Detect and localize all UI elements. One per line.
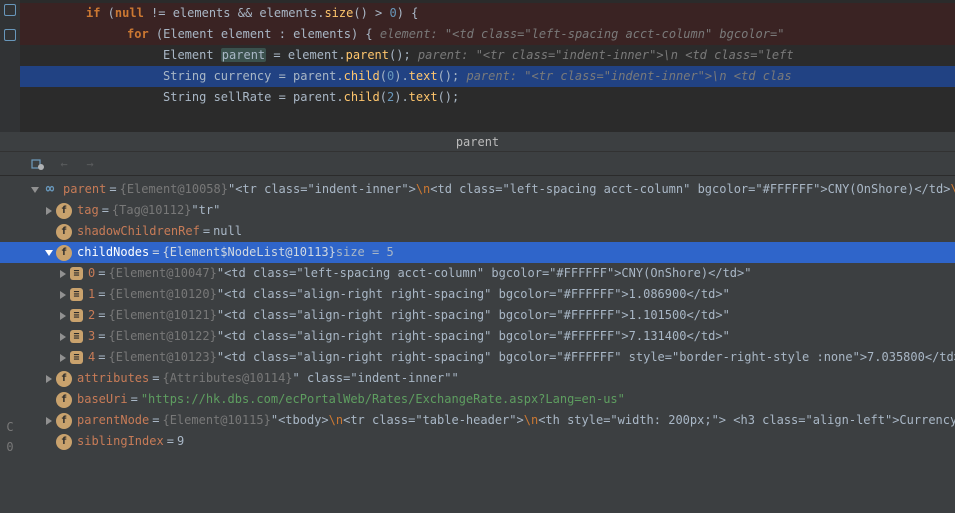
debug-tab-bar: parent: [0, 132, 955, 152]
code-line[interactable]: if (null != elements && elements.size() …: [0, 3, 955, 24]
array-item-icon: ≡: [70, 267, 83, 280]
inline-hint: parent: "<tr class="indent-inner">\n <td…: [418, 48, 794, 62]
debug-toolbar: ← →: [0, 152, 955, 176]
variable-row[interactable]: fbaseUri = "https://hk.dbs.com/ecPortalW…: [0, 389, 955, 410]
array-item-icon: ≡: [70, 351, 83, 364]
breakpoint-icon[interactable]: [4, 29, 16, 41]
field-icon: f: [56, 371, 72, 387]
nav-forward-icon[interactable]: →: [82, 156, 98, 172]
code-editor[interactable]: if (null != elements && elements.size() …: [0, 0, 955, 132]
inline-hint: element: "<td class="left-spacing acct-c…: [380, 27, 785, 41]
code-line[interactable]: for (Element element : elements) { eleme…: [0, 24, 955, 45]
array-item-icon: ≡: [70, 330, 83, 343]
variable-row[interactable]: ≡3 = {Element@10122} "<td class="align-r…: [0, 326, 955, 347]
variable-row[interactable]: fparentNode = {Element@10115} "<tbody> \…: [0, 410, 955, 431]
variable-row[interactable]: ≡1 = {Element@10120} "<td class="align-r…: [0, 284, 955, 305]
variable-row[interactable]: ≡0 = {Element@10047} "<td class="left-sp…: [0, 263, 955, 284]
breakpoint-icon[interactable]: [4, 4, 16, 16]
variables-panel[interactable]: ∞parent = {Element@10058} "<tr class="in…: [0, 176, 955, 513]
inline-hint: parent: "<tr class="indent-inner">\n <td…: [466, 69, 791, 83]
field-icon: f: [56, 224, 72, 240]
field-icon: f: [56, 392, 72, 408]
variable-row[interactable]: fsiblingIndex = 9: [0, 431, 955, 452]
variable-row-root[interactable]: ∞parent = {Element@10058} "<tr class="in…: [0, 179, 955, 200]
array-item-icon: ≡: [70, 288, 83, 301]
field-icon: f: [56, 203, 72, 219]
left-gutter-label: C 0: [0, 420, 20, 454]
field-icon: f: [56, 434, 72, 450]
code-line[interactable]: Element parent = element.parent(); paren…: [0, 45, 955, 66]
glasses-icon: ∞: [42, 182, 58, 198]
code-line-current[interactable]: String currency = parent.child(0).text()…: [0, 66, 955, 87]
variable-row[interactable]: ≡4 = {Element@10123} "<td class="align-r…: [0, 347, 955, 368]
field-icon: f: [56, 413, 72, 429]
array-item-icon: ≡: [70, 309, 83, 322]
variable-row[interactable]: fattributes = {Attributes@10114} " class…: [0, 368, 955, 389]
variable-row[interactable]: ≡2 = {Element@10121} "<td class="align-r…: [0, 305, 955, 326]
settings-icon[interactable]: [30, 156, 46, 172]
variable-row-selected[interactable]: fchildNodes = {Element$NodeList@10113} s…: [0, 242, 955, 263]
field-icon: f: [56, 245, 72, 261]
code-line[interactable]: String sellRate = parent.child(2).text()…: [0, 87, 955, 108]
nav-back-icon[interactable]: ←: [56, 156, 72, 172]
variable-row[interactable]: ftag = {Tag@10112} "tr": [0, 200, 955, 221]
highlighted-var: parent: [221, 48, 266, 62]
debug-tab-label[interactable]: parent: [456, 135, 499, 149]
variable-row[interactable]: fshadowChildrenRef = null: [0, 221, 955, 242]
